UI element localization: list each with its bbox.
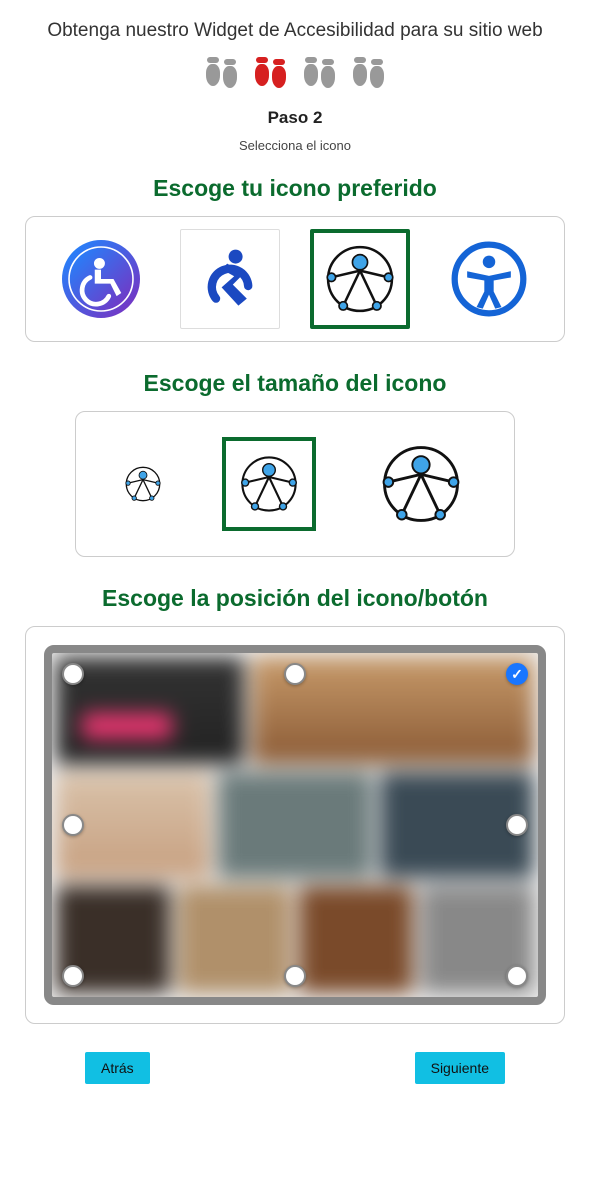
position-options-card xyxy=(25,626,565,1024)
position-option-top-left[interactable] xyxy=(62,663,84,685)
icon-option-vitruvian[interactable] xyxy=(310,229,410,329)
vitruvian-icon xyxy=(373,436,469,532)
position-section-title: Escoge la posición del icono/botón xyxy=(25,585,565,612)
size-option-large[interactable] xyxy=(361,424,481,544)
step-subtitle: Selecciona el icono xyxy=(25,138,565,153)
size-option-medium[interactable] xyxy=(222,437,316,531)
step-1-icon xyxy=(206,64,237,86)
vitruvian-icon xyxy=(318,237,402,321)
next-button[interactable]: Siguiente xyxy=(415,1052,505,1084)
position-option-bottom-right[interactable] xyxy=(506,965,528,987)
position-option-middle-right[interactable] xyxy=(506,814,528,836)
icon-option-wheelchair-circle[interactable] xyxy=(51,229,151,329)
position-option-bottom-left[interactable] xyxy=(62,965,84,987)
icon-option-universal-access[interactable] xyxy=(439,229,539,329)
icon-section-title: Escoge tu icono preferido xyxy=(25,175,565,202)
size-section-title: Escoge el tamaño del icono xyxy=(25,370,565,397)
vitruvian-icon xyxy=(121,462,165,506)
page-title: Obtenga nuestro Widget de Accesibilidad … xyxy=(25,20,565,42)
preview-background xyxy=(52,653,538,997)
position-option-top-center[interactable] xyxy=(284,663,306,685)
position-option-top-right[interactable] xyxy=(506,663,528,685)
icon-option-wheelchair-motion[interactable] xyxy=(180,229,280,329)
step-2-icon xyxy=(255,64,286,86)
step-label: Paso 2 xyxy=(25,108,565,128)
icon-options-card xyxy=(25,216,565,342)
wheelchair-motion-icon xyxy=(195,244,265,314)
step-indicator xyxy=(25,64,565,86)
position-option-bottom-center[interactable] xyxy=(284,965,306,987)
vitruvian-icon xyxy=(234,449,304,519)
wheelchair-circle-icon xyxy=(62,240,140,318)
universal-access-icon xyxy=(450,240,528,318)
step-4-icon xyxy=(353,64,384,86)
step-3-icon xyxy=(304,64,335,86)
position-option-middle-left[interactable] xyxy=(62,814,84,836)
size-options-card xyxy=(75,411,515,557)
size-option-small[interactable] xyxy=(109,450,177,518)
back-button[interactable]: Atrás xyxy=(85,1052,150,1084)
position-preview xyxy=(44,645,546,1005)
